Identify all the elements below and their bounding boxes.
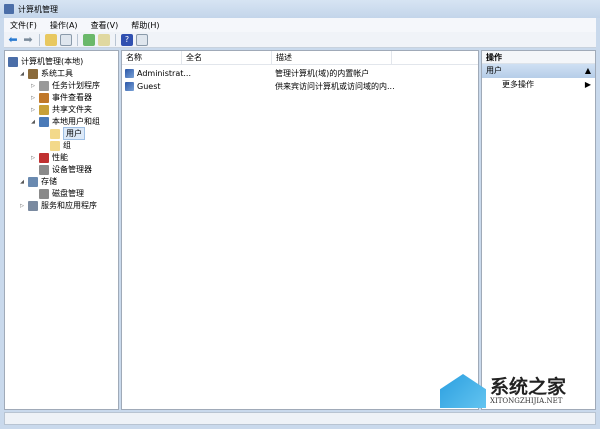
list-item[interactable]: Administrat... 管理计算机(域)的内置帐户	[122, 67, 478, 79]
tree-item[interactable]: ◢ 系统工具	[19, 68, 73, 79]
more-actions-item[interactable]: 更多操作 ▶	[482, 78, 595, 92]
list-item[interactable]: Guest 供来宾访问计算机或访问域的内...	[122, 80, 478, 92]
toolbar-separator	[77, 33, 78, 46]
show-hide-tree-icon[interactable]	[60, 33, 72, 46]
tree-item[interactable]: ◢ 存储	[19, 176, 57, 187]
tree-item[interactable]: 设备管理器	[30, 164, 92, 175]
expand-arrow-icon[interactable]: ▷	[30, 95, 36, 101]
tree-item-label: 磁盘管理	[52, 189, 84, 198]
menu-bar: 文件(F) 操作(A) 查看(V) 帮助(H)	[4, 18, 596, 32]
expand-arrow-icon[interactable]: ◢	[30, 119, 36, 125]
list-header: 名称 全名 描述	[122, 51, 478, 65]
more-actions-label: 更多操作	[502, 80, 534, 89]
tree-node-icon	[50, 140, 60, 151]
user-icon	[125, 68, 134, 78]
user-name: Administrat...	[137, 68, 191, 78]
tree-node-icon	[39, 116, 49, 127]
tree-item[interactable]: 计算机管理(本地)	[8, 56, 83, 67]
menu-view[interactable]: 查看(V)	[91, 20, 119, 31]
forward-arrow-icon[interactable]: ➡	[22, 33, 34, 46]
expand-arrow-icon[interactable]: ◢	[19, 179, 25, 185]
tree-node-icon	[28, 176, 38, 187]
expand-arrow-icon[interactable]: ◢	[19, 71, 25, 77]
refresh-icon[interactable]	[83, 33, 95, 46]
tree-node-icon	[28, 68, 38, 79]
watermark-en: XITONGZHIJIA.NET	[490, 397, 563, 405]
actions-section-users[interactable]: 用户 ▲	[482, 64, 595, 78]
tree-item-label: 设备管理器	[52, 165, 92, 174]
watermark-cn: 系统之家	[490, 376, 567, 398]
tree-item[interactable]: 组	[41, 140, 71, 151]
status-bar	[4, 412, 596, 425]
computer-management-icon	[4, 4, 14, 14]
tree-node-icon	[39, 80, 49, 91]
tree-item-label: 性能	[52, 153, 68, 162]
tree-item-label: 组	[63, 141, 71, 150]
expand-arrow-icon[interactable]: ▷	[30, 107, 36, 113]
toolbar-separator	[39, 33, 40, 46]
show-action-pane-icon[interactable]	[136, 33, 148, 46]
help-icon[interactable]: ?	[121, 33, 133, 46]
tree-item[interactable]: ◢ 本地用户和组	[30, 116, 100, 127]
up-folder-icon[interactable]	[45, 33, 57, 46]
window-title: 计算机管理	[18, 4, 58, 14]
tree-node-icon	[39, 104, 49, 115]
tree-item[interactable]: 用户	[41, 127, 85, 140]
tree-node-icon	[50, 128, 60, 139]
user-description: 供来宾访问计算机或访问域的内...	[275, 81, 395, 91]
tree-item-label: 共享文件夹	[52, 105, 92, 114]
navigation-tree: 计算机管理(本地) ◢ 系统工具 ▷ 任务计划程序 ▷ 事件查看器 ▷ 共享文件夹 ◢ 本地用户和组…	[4, 50, 119, 410]
back-arrow-icon[interactable]: ⬅	[7, 33, 19, 46]
user-description: 管理计算机(域)的内置帐户	[275, 68, 370, 78]
expand-arrow-icon[interactable]: ▷	[30, 83, 36, 89]
tree-item-label: 存储	[41, 177, 57, 186]
tree-node-icon	[28, 200, 38, 211]
tree-item[interactable]: 磁盘管理	[30, 188, 84, 199]
tree-item-label: 本地用户和组	[52, 117, 100, 126]
export-list-icon[interactable]	[98, 33, 110, 46]
user-icon	[125, 81, 134, 91]
column-description[interactable]: 描述	[272, 51, 392, 64]
tree-item[interactable]: ▷ 共享文件夹	[30, 104, 92, 115]
tree-node-icon	[39, 188, 49, 199]
expand-arrow-icon[interactable]: ▷	[19, 203, 25, 209]
collapse-up-icon[interactable]: ▲	[585, 64, 591, 78]
toolbar: ⬅ ➡ ?	[4, 32, 596, 48]
tree-node-icon	[8, 56, 18, 67]
tree-item-label: 任务计划程序	[52, 81, 100, 90]
user-name: Guest	[137, 81, 161, 91]
toolbar-separator	[115, 33, 116, 46]
expand-arrow-icon[interactable]: ▷	[30, 155, 36, 161]
watermark-logo: 系统之家 XITONGZHIJIA.NET	[440, 374, 566, 408]
tree-item-label: 系统工具	[41, 69, 73, 78]
house-logo-icon	[440, 374, 486, 408]
tree-item-label: 服务和应用程序	[41, 201, 97, 210]
title-bar: 计算机管理	[0, 0, 600, 18]
tree-item-label: 事件查看器	[52, 93, 92, 102]
section-label: 用户	[486, 66, 502, 75]
tree-item[interactable]: ▷ 服务和应用程序	[19, 200, 97, 211]
tree-item[interactable]: ▷ 任务计划程序	[30, 80, 100, 91]
tree-item[interactable]: ▷ 性能	[30, 152, 68, 163]
actions-pane: 操作 用户 ▲ 更多操作 ▶	[481, 50, 596, 410]
tree-node-icon	[39, 92, 49, 103]
tree-node-icon	[39, 152, 49, 163]
column-name[interactable]: 名称	[122, 51, 182, 64]
column-fullname[interactable]: 全名	[182, 51, 272, 64]
actions-header: 操作	[482, 51, 595, 64]
tree-item-label: 计算机管理(本地)	[21, 57, 84, 66]
user-list: 名称 全名 描述 Administrat... 管理计算机(域)的内置帐户 Gu…	[121, 50, 479, 410]
tree-item-label: 用户	[63, 127, 85, 140]
menu-help[interactable]: 帮助(H)	[131, 20, 159, 31]
tree-node-icon	[39, 164, 49, 175]
menu-file[interactable]: 文件(F)	[10, 20, 37, 31]
menu-action[interactable]: 操作(A)	[50, 20, 78, 31]
tree-item[interactable]: ▷ 事件查看器	[30, 92, 92, 103]
chevron-right-icon: ▶	[584, 80, 591, 89]
